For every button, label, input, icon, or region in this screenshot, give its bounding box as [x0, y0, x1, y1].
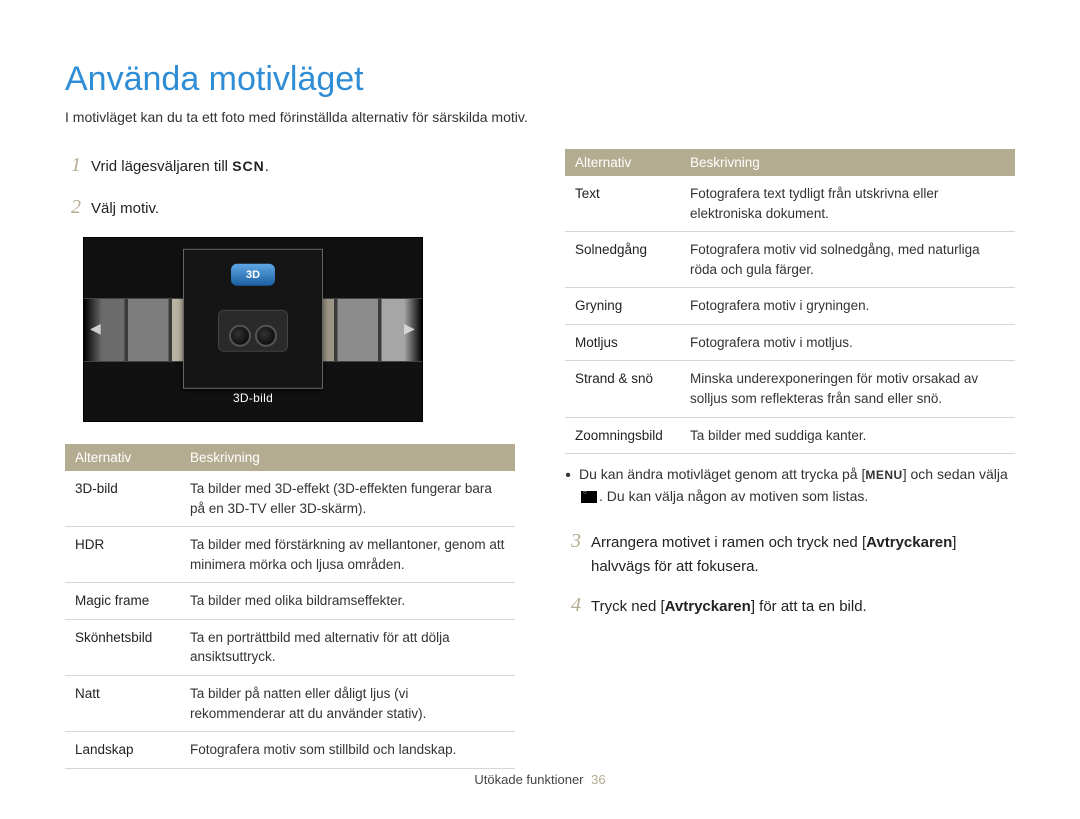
table-header-description: Beskrivning — [680, 149, 1015, 176]
option-desc: Minska underexponeringen för motiv orsak… — [680, 361, 1015, 417]
option-name: Landskap — [65, 732, 180, 769]
option-desc: Ta bilder med 3D-effekt (3D-effekten fun… — [180, 471, 515, 527]
step-number: 2 — [65, 191, 81, 223]
camera-icon — [218, 309, 288, 351]
note-pre: Du kan ändra motivläget genom att trycka… — [579, 466, 865, 482]
table-row: 3D-bild Ta bilder med 3D-effekt (3D-effe… — [65, 471, 515, 527]
option-name: Zoomningsbild — [565, 417, 680, 454]
intro-text: I motivläget kan du ta ett foto med föri… — [65, 109, 1015, 125]
shutter-label: Avtryckaren — [665, 598, 751, 615]
option-desc: Ta en porträttbild med alternativ för at… — [180, 619, 515, 675]
step-text: Tryck ned [Avtryckaren] för att ta en bi… — [591, 595, 867, 619]
step-1: 1 Vrid lägesväljaren till SCN. — [65, 149, 515, 181]
note-mid: ] och sedan välja — [903, 466, 1008, 482]
selected-mode-tile: 3D — [183, 248, 323, 388]
menu-button-label: MENU — [865, 468, 902, 482]
step-number: 4 — [565, 589, 581, 621]
camera-preview: ◀ ▶ 3D 3D-bild — [83, 237, 423, 422]
options-table-left: Alternativ Beskrivning 3D-bild Ta bilder… — [65, 444, 515, 769]
table-row: Zoomningsbild Ta bilder med suddiga kant… — [565, 417, 1015, 454]
step-2: 2 Välj motiv. — [65, 191, 515, 223]
page-number: 36 — [591, 772, 605, 787]
option-name: Strand & snö — [565, 361, 680, 417]
table-header-description: Beskrivning — [180, 444, 515, 471]
table-row: Landskap Fotografera motiv som stillbild… — [65, 732, 515, 769]
step-1-post: . — [265, 158, 269, 175]
option-desc: Ta bilder på natten eller dåligt ljus (v… — [180, 675, 515, 731]
option-desc: Fotografera motiv vid solnedgång, med na… — [680, 232, 1015, 288]
option-name: Skönhetsbild — [65, 619, 180, 675]
next-arrow-icon: ▶ — [404, 320, 416, 338]
step-text: Arrangera motivet i ramen och tryck ned … — [591, 531, 1015, 579]
option-desc: Fotografera motiv i motljus. — [680, 324, 1015, 361]
table-row: Skönhetsbild Ta en porträttbild med alte… — [65, 619, 515, 675]
option-desc: Fotografera text tydligt från utskrivna … — [680, 176, 1015, 232]
option-desc: Fotografera motiv som stillbild och land… — [180, 732, 515, 769]
badge-3d-icon: 3D — [231, 263, 275, 285]
table-header-option: Alternativ — [565, 149, 680, 176]
option-name: HDR — [65, 527, 180, 583]
step-4-post: ] för att ta en bild. — [751, 598, 867, 615]
option-name: 3D-bild — [65, 471, 180, 527]
step-3: 3 Arrangera motivet i ramen och tryck ne… — [565, 525, 1015, 579]
step-number: 1 — [65, 149, 81, 181]
change-mode-note: • Du kan ändra motivläget genom att tryc… — [565, 464, 1015, 507]
prev-arrow-icon: ◀ — [90, 320, 102, 338]
table-row: HDR Ta bilder med förstärkning av mellan… — [65, 527, 515, 583]
left-column: 1 Vrid lägesväljaren till SCN. 2 Välj mo… — [65, 149, 515, 779]
mode-scn-icon: SCN — [232, 158, 265, 174]
table-row: Solnedgång Fotografera motiv vid solnedg… — [565, 232, 1015, 288]
option-name: Solnedgång — [565, 232, 680, 288]
step-3-pre: Arrangera motivet i ramen och tryck ned … — [591, 534, 866, 551]
table-row: Strand & snö Minska underexponeringen fö… — [565, 361, 1015, 417]
selected-mode-caption: 3D-bild — [84, 391, 422, 405]
step-text: Välj motiv. — [91, 197, 159, 221]
option-name: Magic frame — [65, 583, 180, 620]
table-row: Natt Ta bilder på natten eller dåligt lj… — [65, 675, 515, 731]
option-name: Gryning — [565, 288, 680, 325]
options-table-right: Alternativ Beskrivning Text Fotografera … — [565, 149, 1015, 454]
shutter-label: Avtryckaren — [866, 534, 952, 551]
table-row: Magic frame Ta bilder med olika bildrams… — [65, 583, 515, 620]
step-1-pre: Vrid lägesväljaren till — [91, 158, 232, 175]
option-desc: Ta bilder med olika bildramseffekter. — [180, 583, 515, 620]
table-header-option: Alternativ — [65, 444, 180, 471]
option-name: Natt — [65, 675, 180, 731]
note-post: . Du kan välja någon av motiven som list… — [599, 488, 868, 504]
scn-inline-icon — [581, 491, 597, 503]
option-name: Motljus — [565, 324, 680, 361]
table-row: Motljus Fotografera motiv i motljus. — [565, 324, 1015, 361]
footer-section: Utökade funktioner — [474, 772, 583, 787]
table-row: Text Fotografera text tydligt från utskr… — [565, 176, 1015, 232]
page-footer: Utökade funktioner 36 — [0, 772, 1080, 787]
right-column: Alternativ Beskrivning Text Fotografera … — [565, 149, 1015, 779]
note-text: Du kan ändra motivläget genom att trycka… — [579, 464, 1015, 507]
table-row: Gryning Fotografera motiv i gryningen. — [565, 288, 1015, 325]
option-desc: Ta bilder med förstärkning av mellantone… — [180, 527, 515, 583]
option-desc: Ta bilder med suddiga kanter. — [680, 417, 1015, 454]
step-4-pre: Tryck ned [ — [591, 598, 665, 615]
step-text: Vrid lägesväljaren till SCN. — [91, 155, 269, 179]
bullet-icon: • — [565, 464, 571, 489]
step-4: 4 Tryck ned [Avtryckaren] för att ta en … — [565, 589, 1015, 621]
page-title: Använda motivläget — [65, 60, 1015, 99]
option-desc: Fotografera motiv i gryningen. — [680, 288, 1015, 325]
option-name: Text — [565, 176, 680, 232]
step-number: 3 — [565, 525, 581, 557]
